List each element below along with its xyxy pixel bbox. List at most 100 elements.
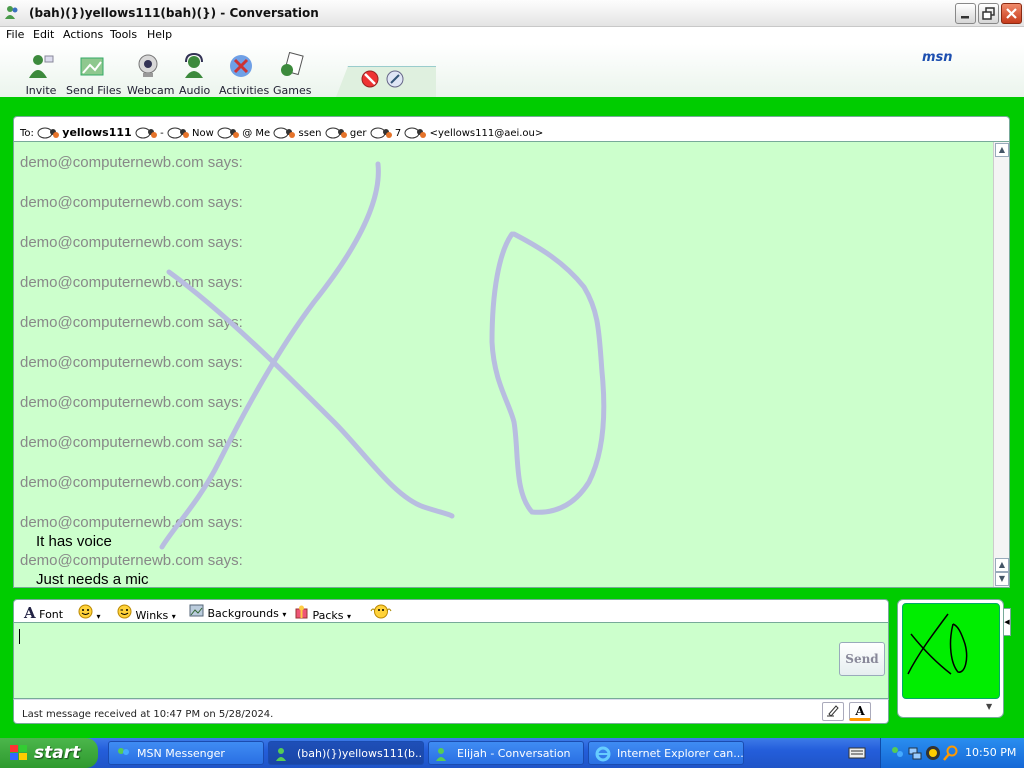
tray-app-icon[interactable] bbox=[925, 745, 941, 761]
chevron-left-icon: ◀ bbox=[1004, 618, 1010, 626]
conversation-history[interactable]: demo@computernewb.com says: demo@compute… bbox=[13, 141, 1010, 588]
invite-button[interactable]: Invite bbox=[24, 52, 58, 97]
scroll-up-icon[interactable]: ▲ bbox=[995, 558, 1009, 572]
message-sender: demo@computernewb.com says: bbox=[20, 274, 243, 291]
clock: 10:50 PM bbox=[965, 746, 1017, 759]
start-button[interactable]: start bbox=[0, 738, 98, 768]
main-toolbar: Invite Send Files Webcam Audio Activitie… bbox=[0, 44, 1024, 104]
chevron-down-icon: ▾ bbox=[347, 612, 352, 621]
send-files-button[interactable]: Send Files bbox=[66, 52, 121, 97]
handwriting-button[interactable] bbox=[822, 702, 844, 721]
network-icon[interactable] bbox=[907, 745, 923, 761]
taskbar-item-conversation-active[interactable]: (bah)(})yellows111(b... bbox=[268, 741, 424, 765]
packs-button[interactable]: Packs ▾ bbox=[294, 604, 351, 622]
compose-toolbar: A Font ▾ Winks ▾ Backgrounds ▾ Packs ▾ bbox=[13, 599, 889, 623]
menu-help[interactable]: Help bbox=[147, 28, 172, 41]
text-mode-button[interactable]: A bbox=[849, 702, 871, 721]
taskbar-item-elijah-conversation[interactable]: Elijah - Conversation bbox=[428, 741, 584, 765]
toolbar-divider bbox=[0, 97, 1024, 104]
windows-logo-icon bbox=[10, 745, 27, 760]
chevron-down-icon: ▾ bbox=[171, 612, 176, 621]
font-button[interactable]: A Font bbox=[24, 604, 63, 622]
audio-icon bbox=[185, 52, 203, 78]
nick-fragment: ssen bbox=[298, 128, 322, 139]
message-sender: demo@computernewb.com says: bbox=[20, 552, 243, 569]
block-icon[interactable] bbox=[361, 70, 379, 88]
taskbar: start MSN Messenger (bah)(})yellows111(b… bbox=[0, 738, 1024, 768]
conversation-icon bbox=[276, 748, 286, 761]
messenger-icon bbox=[5, 6, 18, 19]
menu-edit[interactable]: Edit bbox=[33, 28, 54, 41]
menu-actions[interactable]: Actions bbox=[63, 28, 103, 41]
message-text: It has voice bbox=[36, 533, 112, 550]
last-message-status: Last message received at 10:47 PM on 5/2… bbox=[22, 709, 274, 720]
sheep-emoticon-icon bbox=[370, 127, 392, 139]
minimize-icon bbox=[961, 16, 969, 19]
webcam-icon bbox=[138, 54, 158, 77]
send-button[interactable]: Send bbox=[839, 642, 885, 676]
activities-icon bbox=[230, 55, 252, 77]
smiley-icon bbox=[78, 604, 93, 619]
menu-file[interactable]: File bbox=[6, 28, 24, 41]
pen-icon bbox=[827, 705, 839, 717]
activities-button[interactable]: Activities bbox=[219, 52, 269, 97]
backgrounds-button[interactable]: Backgrounds ▾ bbox=[189, 604, 286, 620]
msn-logo: msn bbox=[922, 50, 953, 65]
nick-fragment: - bbox=[160, 128, 164, 139]
message-sender: demo@computernewb.com says: bbox=[20, 234, 243, 251]
audio-button[interactable]: Audio bbox=[179, 52, 210, 97]
sheep-emoticon-icon bbox=[217, 127, 240, 139]
scroll-up-icon[interactable]: ▲ bbox=[995, 143, 1009, 157]
system-tray: 10:50 PM bbox=[880, 738, 1024, 768]
messenger-tray-icon[interactable] bbox=[889, 745, 905, 761]
customize-icon[interactable] bbox=[386, 70, 404, 88]
send-files-icon bbox=[80, 57, 104, 76]
message-sender: demo@computernewb.com says: bbox=[20, 434, 243, 451]
winks-button[interactable]: Winks ▾ bbox=[117, 604, 176, 622]
title-bar: (bah)(})yellows111(bah)(}) - Conversatio… bbox=[0, 0, 1024, 27]
minimize-button[interactable] bbox=[955, 3, 976, 24]
display-picture[interactable] bbox=[902, 603, 1000, 699]
contact-header: To: yellows111 - Now @ Me ssen ger 7 <ye… bbox=[13, 116, 1010, 141]
history-scrollbar[interactable]: ▲ ▲ ▼ bbox=[993, 142, 1009, 587]
wink-icon bbox=[117, 604, 132, 619]
message-sender: demo@computernewb.com says: bbox=[20, 354, 243, 371]
display-picture-frame: ▼ bbox=[897, 599, 1004, 718]
nudge-button[interactable] bbox=[369, 604, 393, 622]
nick-fragment: @ Me bbox=[242, 128, 271, 139]
sheep-emoticon-icon bbox=[167, 127, 189, 139]
sheep-emoticon-icon bbox=[404, 127, 427, 139]
contact-nickname: yellows111 bbox=[62, 126, 132, 139]
message-input[interactable]: Send bbox=[13, 623, 889, 699]
games-button[interactable]: Games bbox=[273, 52, 311, 97]
gift-icon bbox=[295, 605, 308, 619]
taskbar-item-internet-explorer[interactable]: Internet Explorer can... bbox=[588, 741, 744, 765]
to-label: To: bbox=[20, 128, 34, 139]
message-sender: demo@computernewb.com says: bbox=[20, 394, 243, 411]
message-sender: demo@computernewb.com says: bbox=[20, 194, 243, 211]
keyboard-icon[interactable] bbox=[848, 746, 866, 760]
chevron-down-icon[interactable]: ▼ bbox=[986, 702, 992, 711]
contact-email: <yellows111@aei.ou> bbox=[429, 128, 544, 139]
message-sender: demo@computernewb.com says: bbox=[20, 154, 243, 171]
text-caret bbox=[19, 629, 20, 644]
close-button[interactable] bbox=[1001, 3, 1022, 24]
text-a-icon: A bbox=[855, 704, 865, 718]
search-icon[interactable] bbox=[943, 745, 959, 761]
maximize-button[interactable] bbox=[978, 3, 999, 24]
menu-tools[interactable]: Tools bbox=[110, 28, 137, 41]
font-icon: A bbox=[24, 604, 36, 622]
sheep-emoticon-icon bbox=[135, 127, 157, 139]
emoticon-button[interactable]: ▾ bbox=[78, 604, 101, 622]
nick-fragment: Now bbox=[192, 128, 214, 139]
message-sender: demo@computernewb.com says: bbox=[20, 314, 243, 331]
collapse-panel-button[interactable]: ◀ bbox=[1003, 608, 1011, 636]
sheep-emoticon-icon bbox=[325, 127, 347, 139]
nick-fragment: 7 bbox=[394, 128, 402, 139]
webcam-button[interactable]: Webcam bbox=[127, 52, 175, 97]
scroll-down-icon[interactable]: ▼ bbox=[995, 572, 1009, 586]
taskbar-item-msn-messenger[interactable]: MSN Messenger bbox=[108, 741, 264, 765]
background-icon bbox=[189, 604, 204, 617]
sheep-emoticon-icon bbox=[37, 127, 60, 139]
sheep-emoticon-icon bbox=[273, 127, 296, 139]
